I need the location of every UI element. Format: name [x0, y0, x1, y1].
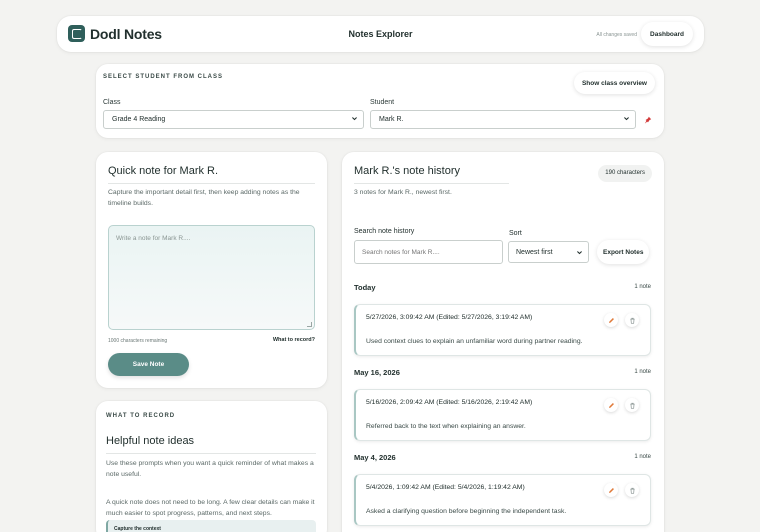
pencil-icon	[608, 402, 614, 408]
edit-note-button[interactable]	[604, 483, 618, 497]
section-label: WHAT TO RECORD	[106, 413, 176, 419]
note-text: Asked a clarifying question before begin…	[366, 508, 567, 515]
character-count-badge: 190 characters	[598, 165, 652, 182]
student-select-value: Mark R.	[379, 116, 404, 123]
note-textarea-placeholder: Write a note for Mark R....	[116, 235, 191, 242]
class-select[interactable]: Grade 4 Reading	[103, 110, 364, 129]
ideas-title: Helpful note ideas	[106, 435, 195, 447]
date-group-title: May 4, 2026	[354, 453, 396, 462]
dashboard-button[interactable]: Dashboard	[641, 22, 693, 46]
edit-note-button[interactable]	[604, 398, 618, 412]
top-bar: Dodl Notes Notes Explorer All changes sa…	[57, 16, 704, 52]
search-label: Search note history	[354, 228, 415, 235]
date-group-title: Today	[354, 283, 376, 292]
save-status: All changes saved	[596, 32, 637, 38]
save-note-button[interactable]: Save Note	[108, 353, 189, 376]
sort-label: Sort	[509, 230, 522, 237]
history-description: 3 notes for Mark R., newest first.	[354, 189, 452, 196]
class-label: Class	[103, 99, 121, 106]
date-group-count: 1 note	[634, 454, 651, 460]
tip-title: Capture the context	[114, 526, 161, 532]
pencil-icon	[608, 487, 614, 493]
note-textarea[interactable]: Write a note for Mark R....	[108, 225, 315, 330]
class-select-value: Grade 4 Reading	[112, 116, 166, 123]
resize-handle[interactable]	[307, 322, 312, 327]
note-entry: 5/4/2026, 1:09:42 AM (Edited: 5/4/2026, …	[354, 474, 651, 526]
note-history-panel: Mark R.'s note history 190 characters 3 …	[342, 152, 664, 532]
section-label: SELECT STUDENT FROM CLASS	[103, 74, 224, 80]
date-group-title: May 16, 2026	[354, 368, 400, 377]
class-overview-button[interactable]: Show class overview	[573, 72, 655, 94]
quick-note-panel: Quick note for Mark R. Capture the impor…	[96, 152, 327, 388]
search-input[interactable]	[354, 240, 503, 264]
date-group-count: 1 note	[634, 284, 651, 290]
delete-note-button[interactable]	[625, 313, 639, 327]
note-entry: 5/16/2026, 2:09:42 AM (Edited: 5/16/2026…	[354, 389, 651, 441]
trash-icon	[629, 487, 635, 494]
characters-remaining: 1000 characters remaining	[108, 338, 168, 344]
note-ideas-panel: WHAT TO RECORD Helpful note ideas Use th…	[96, 401, 327, 532]
delete-note-button[interactable]	[625, 483, 639, 497]
ideas-intro: Use these prompts when you want a quick …	[106, 460, 314, 478]
delete-note-button[interactable]	[625, 398, 639, 412]
chevron-down-icon	[623, 115, 630, 124]
trash-icon	[629, 402, 635, 409]
divider	[354, 183, 509, 184]
ideas-body: A quick note does not need to be long. A…	[106, 499, 315, 517]
chevron-down-icon	[576, 249, 583, 258]
student-select-panel: SELECT STUDENT FROM CLASS Show class ove…	[96, 64, 664, 138]
what-to-record-link[interactable]: What to record?	[273, 337, 315, 343]
note-timestamp: 5/27/2026, 3:09:42 AM (Edited: 5/27/2026…	[366, 314, 533, 321]
quick-note-title: Quick note for Mark R.	[108, 165, 219, 177]
date-group-count: 1 note	[634, 369, 651, 375]
history-title: Mark R.'s note history	[354, 165, 461, 177]
note-timestamp: 5/4/2026, 1:09:42 AM (Edited: 5/4/2026, …	[366, 484, 525, 491]
note-entry: 5/27/2026, 3:09:42 AM (Edited: 5/27/2026…	[354, 304, 651, 356]
student-label: Student	[370, 99, 395, 106]
pencil-icon	[608, 317, 614, 323]
tip-card: Capture the context	[106, 520, 316, 532]
chevron-down-icon	[351, 115, 358, 124]
export-notes-button[interactable]: Export Notes	[597, 240, 650, 264]
divider	[108, 183, 315, 184]
trash-icon	[629, 317, 635, 324]
note-text: Used context clues to explain an unfamil…	[366, 338, 583, 345]
note-text: Referred back to the text when explainin…	[366, 423, 526, 430]
student-select[interactable]: Mark R.	[370, 110, 636, 129]
sort-select-value: Newest first	[516, 249, 553, 256]
pin-icon[interactable]	[644, 116, 652, 126]
quick-note-description: Capture the important detail first, then…	[108, 189, 300, 207]
note-timestamp: 5/16/2026, 2:09:42 AM (Edited: 5/16/2026…	[366, 399, 533, 406]
sort-select[interactable]: Newest first	[508, 241, 589, 263]
divider	[106, 453, 316, 454]
edit-note-button[interactable]	[604, 313, 618, 327]
